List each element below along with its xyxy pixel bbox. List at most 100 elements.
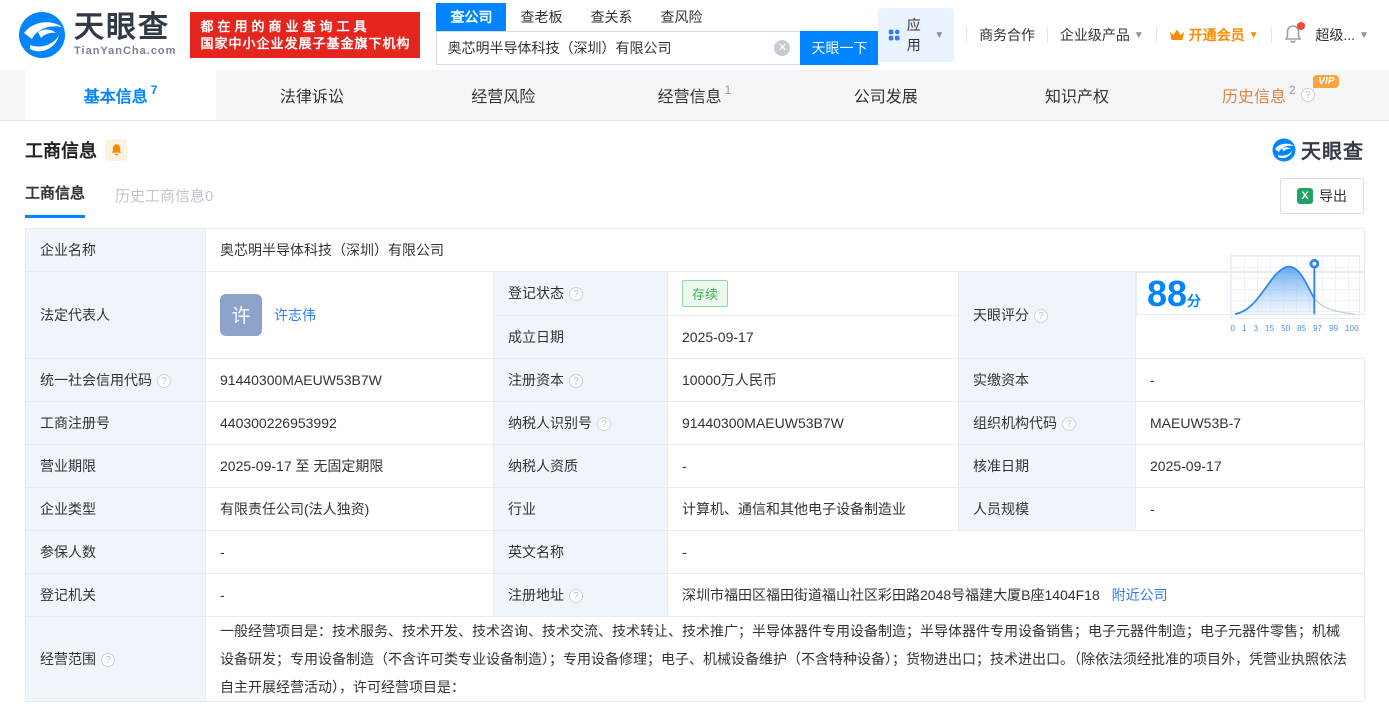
- tab-basic-info[interactable]: 基本信息 7: [25, 70, 217, 120]
- watermark-logo: 天眼查: [1272, 135, 1364, 164]
- establish-date-value: 2025-09-17: [667, 314, 959, 359]
- legal-rep-link[interactable]: 许志伟: [274, 305, 316, 325]
- credit-code-value: 91440300MAEUW53B7W: [205, 357, 494, 402]
- notifications-bell[interactable]: [1283, 22, 1306, 46]
- tab-intellectual-property[interactable]: 知识产权: [981, 70, 1172, 120]
- table-row: 统一社会信用代码? 91440300MAEUW53B7W 注册资本? 10000…: [25, 357, 1366, 402]
- field-label: 成立日期: [493, 314, 668, 359]
- reg-status-value: 存续: [667, 271, 959, 316]
- business-term-value: 2025-09-17 至 无固定期限: [205, 443, 494, 488]
- tab-count: 1: [724, 83, 732, 97]
- subscribe-bell-button[interactable]: [105, 138, 127, 161]
- score-axis: 0 1 3 15 50 85 97 99 100: [1230, 323, 1359, 333]
- export-button[interactable]: X 导出: [1280, 178, 1364, 214]
- tab-count: 2: [1288, 83, 1296, 97]
- apps-label: 应用: [906, 17, 921, 53]
- enterprise-products-menu[interactable]: 企业级产品 ▼: [1060, 25, 1144, 45]
- subtab-row: 工商信息 历史工商信息0 X 导出: [25, 178, 1364, 218]
- nearby-companies-link[interactable]: 附近公司: [1112, 587, 1168, 603]
- section-header: 工商信息 天眼查: [25, 135, 1364, 164]
- divider: [1047, 27, 1048, 43]
- vip-badge: VIP: [1313, 75, 1340, 88]
- field-label: 企业名称: [25, 228, 206, 272]
- tianyancha-logo[interactable]: 天眼查 TianYanCha.com: [18, 11, 176, 59]
- field-label: 登记机关: [25, 572, 206, 617]
- insured-count-value: -: [205, 529, 494, 574]
- tab-count: 7: [150, 83, 158, 97]
- header-menu: 应用 ▼ 商务合作 企业级产品 ▼ 开通会员 ▼ 超级... ▼: [878, 8, 1369, 62]
- cooperation-label: 商务合作: [979, 27, 1036, 43]
- chevron-down-icon: ▼: [934, 29, 945, 41]
- field-label: 法定代表人: [25, 271, 206, 359]
- paid-capital-value: -: [1134, 357, 1366, 402]
- tab-label: 经营信息: [657, 89, 722, 106]
- help-icon[interactable]: ?: [569, 373, 583, 388]
- reg-capital-value: 10000万人民币: [667, 357, 959, 402]
- score-distribution-chart: 0 1 3 15 50 85 97 99 100: [1229, 254, 1360, 333]
- field-label: 英文名称: [493, 529, 668, 574]
- table-row: 登记机关 - 注册地址? 深圳市福田区福田街道福山社区彩田路2048号福建大厦B…: [25, 572, 1366, 617]
- field-label: 纳税人识别号?: [493, 400, 668, 445]
- staff-size-value: -: [1134, 486, 1366, 531]
- field-label-text: 登记状态: [508, 285, 564, 302]
- search-tab-risk[interactable]: 查风险: [646, 3, 716, 31]
- table-row: 法定代表人 许 许志伟 登记状态? 存续 天眼评分? 88分 0 1 3 15 …: [25, 254, 1365, 359]
- tab-label: 法律诉讼: [279, 89, 344, 106]
- chevron-down-icon: ▼: [1248, 29, 1259, 41]
- tab-legal-proceedings[interactable]: 法律诉讼: [216, 70, 407, 120]
- logo-text: 天眼查: [74, 11, 170, 44]
- help-icon[interactable]: ?: [101, 652, 115, 667]
- field-label-text: 注册资本: [508, 371, 564, 388]
- subtab-business-info[interactable]: 工商信息: [25, 182, 86, 218]
- help-icon[interactable]: ?: [1300, 88, 1315, 102]
- subtab-history-business-info[interactable]: 历史工商信息0: [115, 185, 213, 218]
- field-label: 行业: [493, 486, 668, 531]
- help-icon[interactable]: ?: [1034, 308, 1048, 323]
- tab-history-info[interactable]: VIP 历史信息 2 ?: [1173, 70, 1364, 120]
- tianyancha-logo-icon: [19, 12, 65, 58]
- help-icon[interactable]: ?: [597, 416, 611, 431]
- apps-menu[interactable]: 应用 ▼: [878, 8, 955, 62]
- field-label: 工商注册号: [25, 400, 206, 445]
- search-input[interactable]: [436, 31, 801, 65]
- industry-value: 计算机、通信和其他电子设备制造业: [667, 486, 959, 531]
- help-icon[interactable]: ?: [157, 373, 171, 388]
- field-label: 注册资本?: [493, 357, 668, 402]
- search-tab-boss[interactable]: 查老板: [506, 3, 576, 31]
- field-label: 实缴资本: [958, 357, 1136, 402]
- open-vip-menu[interactable]: 开通会员 ▼: [1169, 25, 1259, 45]
- search-box: 查公司 查老板 查关系 查风险 ✕ 天眼一下: [436, 3, 879, 65]
- search-tab-company[interactable]: 查公司: [436, 3, 507, 31]
- tab-operating-info[interactable]: 经营信息 1: [599, 70, 790, 120]
- brand-slogan-banner: 都在用的商业查询工具 国家中小企业发展子基金旗下机构: [190, 12, 421, 58]
- search-button[interactable]: 天眼一下: [800, 31, 879, 65]
- field-label-text: 统一社会信用代码: [40, 371, 152, 388]
- english-name-value: -: [666, 529, 1366, 574]
- watermark-text: 天眼查: [1301, 141, 1364, 163]
- field-label-text: 注册地址: [508, 586, 564, 603]
- field-label: 人员规模: [958, 486, 1136, 531]
- avatar[interactable]: 许: [220, 293, 262, 336]
- tab-label: 历史信息: [1221, 89, 1286, 106]
- help-icon[interactable]: ?: [1062, 416, 1076, 431]
- super-vip-menu[interactable]: 超级... ▼: [1315, 25, 1369, 45]
- field-label: 参保人数: [25, 529, 206, 574]
- score-unit: 分: [1187, 292, 1202, 309]
- help-icon[interactable]: ?: [569, 588, 583, 603]
- tab-label: 基本信息: [83, 89, 148, 106]
- field-label: 经营范围?: [25, 615, 206, 702]
- help-icon[interactable]: ?: [569, 287, 583, 302]
- field-label-text: 天眼评分: [973, 306, 1029, 323]
- score-number: 88: [1147, 272, 1188, 314]
- taxpayer-quality-value: -: [667, 443, 959, 488]
- tab-operating-risk[interactable]: 经营风险: [408, 70, 599, 120]
- search-tabs: 查公司 查老板 查关系 查风险: [436, 3, 878, 31]
- field-label: 统一社会信用代码?: [25, 357, 206, 402]
- logo-domain: TianYanCha.com: [74, 45, 177, 57]
- search-tab-relation[interactable]: 查关系: [576, 3, 646, 31]
- field-label: 营业期限: [25, 443, 206, 488]
- tab-company-development[interactable]: 公司发展: [790, 70, 981, 120]
- divider: [1270, 27, 1272, 43]
- slogan-line1: 都在用的商业查询工具: [200, 19, 371, 34]
- business-cooperation-link[interactable]: 商务合作: [979, 25, 1035, 45]
